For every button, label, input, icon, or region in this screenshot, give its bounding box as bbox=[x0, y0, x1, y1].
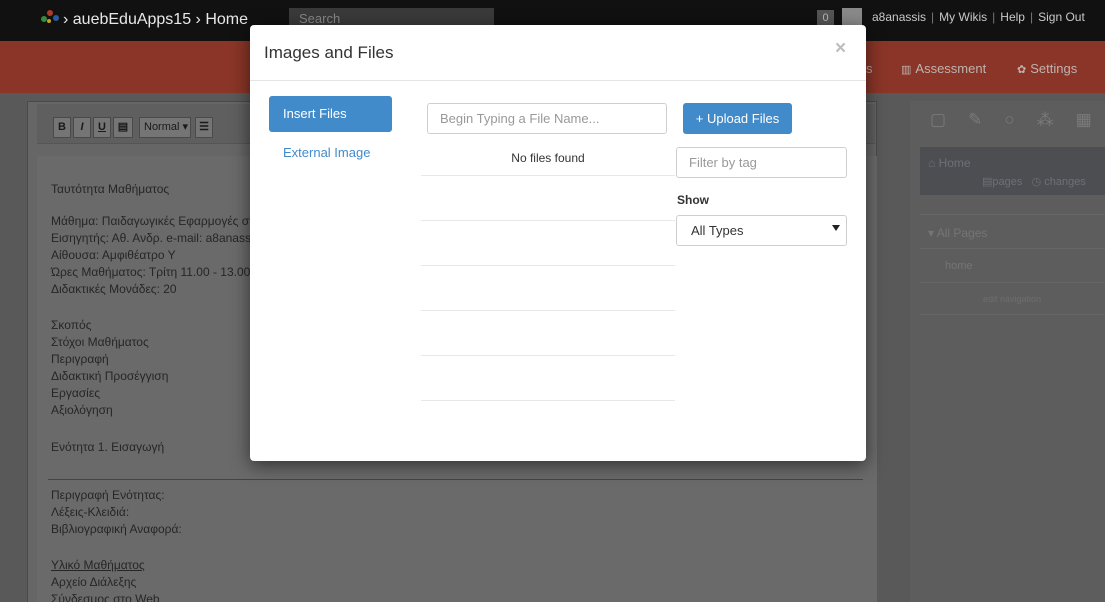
editor-line: Μάθημα: Παιδαγωγικές Εφαρμογές στ bbox=[51, 214, 254, 228]
attach-icon[interactable]: ✎ bbox=[968, 110, 1004, 129]
edit-navigation-link[interactable]: edit navigation bbox=[983, 294, 1041, 304]
comment-icon[interactable]: ○ bbox=[1004, 110, 1036, 129]
italic-button[interactable]: I bbox=[73, 117, 91, 138]
gear-icon: ✿ bbox=[1017, 64, 1027, 76]
tab-external-image[interactable]: External Image bbox=[283, 145, 370, 160]
user-links: a8anassis | My Wikis | Help | Sign Out bbox=[872, 10, 1085, 24]
file-type-select[interactable]: All Types bbox=[676, 215, 847, 246]
nav-item-settings[interactable]: ✿ Settings bbox=[1017, 61, 1077, 76]
modal-header-divider bbox=[250, 80, 866, 81]
divider bbox=[48, 479, 863, 480]
list-icon[interactable]: ☰ bbox=[195, 117, 213, 138]
username-link[interactable]: a8anassis bbox=[872, 10, 926, 24]
sidebar-divider bbox=[920, 214, 1105, 215]
file-list-divider bbox=[421, 265, 675, 266]
format-dropdown[interactable]: Normal ▾ bbox=[139, 117, 191, 138]
home-icon: ⌂ bbox=[928, 156, 939, 170]
tab-insert-files[interactable]: Insert Files bbox=[269, 96, 392, 132]
sign-out-link[interactable]: Sign Out bbox=[1038, 10, 1085, 24]
editor-line: Σκοπός bbox=[51, 318, 92, 332]
underline-button[interactable]: U bbox=[93, 117, 111, 138]
chart-icon: ▥ bbox=[901, 64, 912, 76]
paste-icon[interactable]: ▤ bbox=[113, 117, 133, 138]
editor-line: Υλικό Μαθήματος bbox=[51, 558, 145, 572]
sidebar-divider bbox=[920, 314, 1105, 315]
tag-filter-input[interactable] bbox=[676, 147, 847, 178]
file-name-search-input[interactable] bbox=[427, 103, 667, 134]
nav-item-assessment[interactable]: ▥ Assessment bbox=[901, 61, 986, 76]
close-icon[interactable]: × bbox=[835, 38, 846, 60]
file-list-divider bbox=[421, 220, 675, 221]
editor-line: Ώρες Μαθήματος: Τρίτη 11.00 - 13.00 bbox=[51, 265, 251, 279]
help-link[interactable]: Help bbox=[1000, 10, 1025, 24]
editor-line: Περιγραφή bbox=[51, 352, 109, 366]
nav-item-partial[interactable]: s bbox=[866, 61, 873, 76]
show-label: Show bbox=[677, 193, 709, 207]
page-icon[interactable]: ▢ bbox=[930, 110, 968, 129]
changes-link[interactable]: changes bbox=[1044, 176, 1086, 188]
pages-link[interactable]: pages bbox=[992, 176, 1022, 188]
caret-down-icon bbox=[832, 225, 840, 231]
calendar-icon[interactable]: ▦ bbox=[1076, 110, 1105, 129]
sidebar-divider bbox=[920, 282, 1105, 283]
editor-line: Βιβλιογραφική Αναφορά: bbox=[51, 522, 182, 536]
upload-files-button[interactable]: + Upload Files bbox=[683, 103, 792, 134]
editor-line: Διδακτικές Μονάδες: 20 bbox=[51, 282, 177, 296]
pages-icon: ▤ bbox=[982, 176, 993, 188]
bold-button[interactable]: B bbox=[53, 117, 71, 138]
file-type-select-value: All Types bbox=[691, 223, 744, 238]
clock-icon: ◷ bbox=[1031, 176, 1045, 188]
editor-line: Περιγραφή Ενότητας: bbox=[51, 488, 165, 502]
my-wikis-link[interactable]: My Wikis bbox=[939, 10, 987, 24]
file-list-divider bbox=[421, 400, 675, 401]
nav-item-settings-label: Settings bbox=[1030, 61, 1078, 76]
modal-title: Images and Files bbox=[264, 43, 394, 62]
editor-line: Στόχοι Μαθήματος bbox=[51, 335, 149, 349]
editor-line: Σύνδεσμος στο Web bbox=[51, 592, 160, 602]
editor-line: Εισηγητής: Αθ. Ανδρ. e-mail: a8anass bbox=[51, 231, 251, 245]
caret-down-icon: ▾ bbox=[928, 226, 937, 240]
file-list-divider bbox=[421, 355, 675, 356]
editor-line: Ενότητα 1. Εισαγωγή bbox=[51, 440, 165, 454]
sidebar-item-home[interactable]: home bbox=[945, 260, 973, 272]
editor-line: Εργασίες bbox=[51, 386, 100, 400]
nav-item-assessment-label: Assessment bbox=[915, 61, 987, 76]
sidebar-all-pages-label: All Pages bbox=[936, 226, 988, 240]
sidebar-home-links: ▤pages ◷ changes bbox=[982, 175, 1086, 188]
editor-line: Διδακτική Προσέγγιση bbox=[51, 369, 169, 383]
tree-icon[interactable]: ⁂ bbox=[1037, 110, 1076, 129]
sidebar-divider bbox=[920, 248, 1105, 249]
no-files-message: No files found bbox=[511, 151, 585, 165]
format-dropdown-value: Normal bbox=[144, 121, 180, 133]
breadcrumb[interactable]: › auebEduApps15 › Home bbox=[63, 11, 248, 29]
sidebar-home-title[interactable]: ⌂ Home bbox=[928, 156, 971, 170]
editor-line: Αρχείο Διάλεξης bbox=[51, 575, 137, 589]
sidebar-home-title-label: Home bbox=[938, 156, 971, 170]
wiki-logo-icon[interactable] bbox=[40, 8, 60, 24]
editor-line: Λέξεις-Κλειδιά: bbox=[51, 505, 130, 519]
sidebar-toolbar: ▢✎○⁂▦ bbox=[930, 110, 1105, 130]
editor-line: Αίθουσα: Αμφιθέατρο Υ bbox=[51, 248, 176, 262]
images-files-modal: Images and Files × Insert Files External… bbox=[250, 25, 866, 461]
editor-line: Αξιολόγηση bbox=[51, 403, 113, 417]
file-list-divider bbox=[421, 175, 675, 176]
editor-line: Ταυτότητα Μαθήματος bbox=[51, 182, 170, 196]
sidebar-all-pages[interactable]: ▾ All Pages bbox=[928, 226, 987, 240]
file-list-divider bbox=[421, 310, 675, 311]
